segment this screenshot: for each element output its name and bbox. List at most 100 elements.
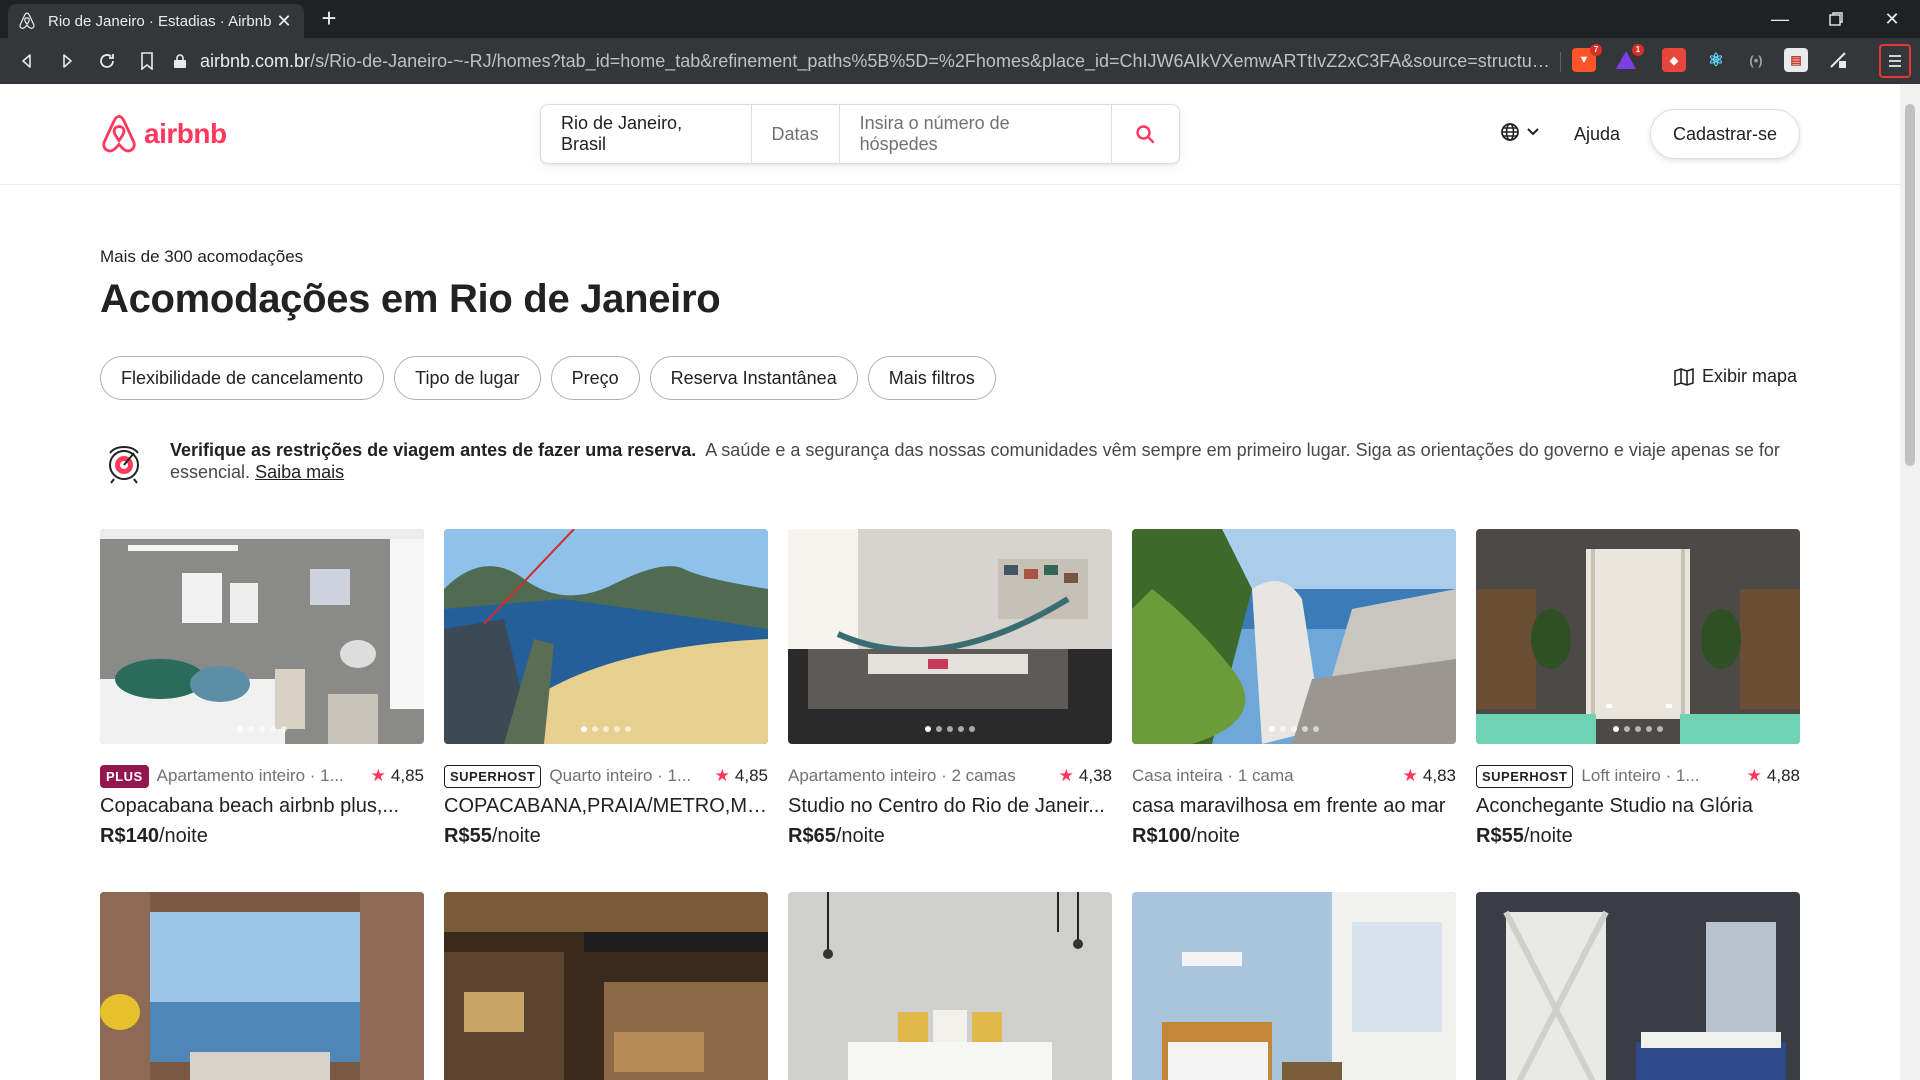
new-tab-button[interactable]: + (314, 4, 344, 34)
photo-dots[interactable] (925, 726, 975, 732)
filter-price[interactable]: Preço (550, 356, 640, 400)
language-button[interactable] (1500, 122, 1540, 142)
listing-rating: ★ 4,85 (370, 766, 424, 785)
location-field[interactable]: Rio de Janeiro, Brasil (541, 105, 752, 163)
listing-photo[interactable] (788, 529, 1112, 744)
listing-photo[interactable] (1476, 892, 1800, 1080)
photo-dots[interactable] (1613, 726, 1663, 732)
page-title: Acomodações em Rio de Janeiro (100, 277, 721, 321)
listing-rating: ★ 4,85 (714, 766, 768, 785)
listing-photo[interactable] (100, 892, 424, 1080)
listing-photo[interactable] (444, 892, 768, 1080)
listing-price: R$140/noite (100, 825, 208, 847)
browser-tab-active[interactable]: Rio de Janeiro · Estadias · Airbnb ✕ (8, 4, 304, 38)
listing-type: Loft inteiro · 1... (1581, 766, 1700, 785)
address-bar[interactable]: airbnb.com.br/s/Rio-de-Janeiro-~-RJ/home… (170, 44, 1550, 78)
notice-text: Verifique as restrições de viagem antes … (170, 439, 1800, 487)
listing-name[interactable]: Copacabana beach airbnb plus,... (100, 795, 424, 818)
airbnb-logo-icon (102, 114, 136, 153)
listing-price: R$65/noite (788, 825, 885, 847)
airbnb-logo[interactable]: airbnb (100, 114, 227, 154)
listing-meta: Casa inteira · 1 cama ★ 4,83 (1132, 763, 1456, 789)
globe-icon (1501, 123, 1519, 141)
page-scrollbar[interactable] (1900, 84, 1920, 1080)
back-button[interactable] (12, 46, 42, 76)
extension-icon-1[interactable]: ◆ (1662, 48, 1686, 72)
toolbar-separator (1560, 52, 1561, 72)
filter-instant-book[interactable]: Reserva Instantânea (649, 356, 858, 400)
browser-toolbar: airbnb.com.br/s/Rio-de-Janeiro-~-RJ/home… (0, 38, 1920, 84)
tab-title: Rio de Janeiro · Estadias · Airbnb (48, 12, 272, 30)
close-window-button[interactable]: ✕ (1864, 0, 1920, 38)
listing-price: R$55/noite (1476, 825, 1573, 847)
url-text: airbnb.com.br/s/Rio-de-Janeiro-~-RJ/home… (200, 50, 1550, 71)
map-icon (1674, 367, 1694, 386)
minimize-button[interactable]: — (1752, 0, 1808, 38)
listing-name[interactable]: Studio no Centro do Rio de Janeir... (788, 795, 1112, 818)
photo-dots[interactable] (581, 726, 631, 732)
photo-dots[interactable] (1269, 726, 1319, 732)
extension-icon-2[interactable]: (•) (1744, 48, 1768, 72)
star-icon: ★ (1746, 766, 1762, 785)
bookmark-icon[interactable] (132, 46, 162, 76)
listing-meta: SUPERHOST Loft inteiro · 1... ★ 4,88 (1476, 763, 1800, 789)
travel-alert-icon (109, 445, 139, 484)
reload-button[interactable] (92, 46, 122, 76)
listing-rating: ★ 4,38 (1058, 766, 1112, 785)
brave-rewards-icon[interactable]: 1 (1614, 44, 1644, 72)
guests-field[interactable]: Insira o número de hóspedes (840, 105, 1112, 163)
listing-name[interactable]: COPACABANA,PRAIA/METRO,ME... (444, 795, 768, 818)
extension-icon-3[interactable]: ▤ (1784, 48, 1808, 72)
listing-photo[interactable] (444, 529, 768, 744)
superhost-badge: SUPERHOST (1476, 764, 1574, 788)
signup-button[interactable]: Cadastrar-se (1650, 109, 1800, 159)
airbnb-favicon-icon (18, 11, 38, 31)
listing-type: Quarto inteiro · 1... (549, 766, 692, 785)
listing-photo[interactable] (1132, 892, 1456, 1080)
results-count: Mais de 300 acomodações (100, 247, 304, 266)
extensions-puzzle-icon[interactable] (1826, 48, 1850, 72)
help-link[interactable]: Ajuda (1574, 124, 1620, 145)
filter-place-type[interactable]: Tipo de lugar (394, 356, 541, 400)
superhost-badge: SUPERHOST (444, 764, 542, 788)
search-icon (1136, 125, 1155, 144)
learn-more-link[interactable]: Saiba mais (255, 462, 344, 482)
plus-badge: PLUS (100, 764, 149, 788)
listing-price: R$100/noite (1132, 825, 1240, 847)
dates-field[interactable]: Datas (752, 105, 840, 163)
filter-cancellation[interactable]: Flexibilidade de cancelamento (100, 356, 385, 400)
site-header: airbnb Rio de Janeiro, Brasil Datas Insi… (0, 84, 1900, 185)
brave-shield-icon[interactable]: ▼ 7 (1572, 44, 1602, 72)
listing-type: Casa inteira · 1 cama (1132, 766, 1294, 785)
filter-bar: Flexibilidade de cancelamento Tipo de lu… (100, 356, 996, 402)
listing-photo[interactable] (1132, 529, 1456, 744)
listing-type: Apartamento inteiro · 2 camas (788, 766, 1016, 785)
star-icon: ★ (1402, 766, 1418, 785)
close-tab-icon[interactable]: ✕ (274, 11, 294, 32)
scrollbar-thumb[interactable] (1905, 104, 1915, 466)
listing-photo[interactable] (100, 529, 424, 744)
forward-button[interactable] (52, 46, 82, 76)
star-icon: ★ (1058, 766, 1074, 785)
listing-meta: Apartamento inteiro · 2 camas ★ 4,38 (788, 763, 1112, 789)
listing-meta: SUPERHOST Quarto inteiro · 1... ★ 4,85 (444, 763, 768, 789)
browser-tabbar: Rio de Janeiro · Estadias · Airbnb ✕ + —… (0, 0, 1920, 38)
listing-photo[interactable] (788, 892, 1112, 1080)
filter-more[interactable]: Mais filtros (867, 356, 996, 400)
photo-dots[interactable] (237, 726, 287, 732)
listing-photo[interactable] (1476, 529, 1800, 744)
listing-name[interactable]: casa maravilhosa em frente ao mar (1132, 795, 1456, 818)
lock-icon (170, 51, 190, 71)
browser-menu-button[interactable] (1879, 44, 1911, 78)
star-icon: ★ (370, 766, 386, 785)
show-map-label: Exibir mapa (1702, 366, 1798, 386)
react-devtools-icon[interactable]: ⚛ (1704, 48, 1728, 72)
chevron-down-icon (1527, 128, 1539, 136)
show-map-button[interactable]: Exibir mapa (1674, 366, 1797, 387)
restore-button[interactable] (1808, 0, 1864, 38)
listing-rating: ★ 4,88 (1746, 766, 1800, 785)
listing-name[interactable]: Aconchegante Studio na Glória (1476, 795, 1800, 818)
search-button[interactable] (1112, 105, 1179, 163)
search-bar[interactable]: Rio de Janeiro, Brasil Datas Insira o nú… (540, 104, 1180, 164)
logo-wordmark: airbnb (144, 118, 227, 149)
